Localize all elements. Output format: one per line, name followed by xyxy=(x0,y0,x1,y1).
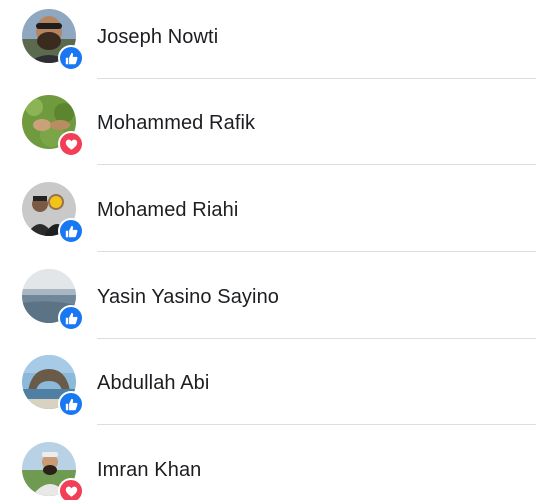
avatar-container[interactable] xyxy=(22,355,84,417)
divider xyxy=(97,251,536,252)
divider xyxy=(97,164,536,165)
reactions-list: Joseph Nowti Mohammed Rafik Mohamed Riah… xyxy=(0,0,557,500)
avatar-container[interactable] xyxy=(22,182,84,244)
love-icon xyxy=(58,478,84,500)
person-name[interactable]: Yasin Yasino Sayino xyxy=(97,286,279,309)
person-name[interactable]: Abdullah Abi xyxy=(97,372,209,395)
avatar-container[interactable] xyxy=(22,9,84,71)
avatar-container[interactable] xyxy=(22,95,84,157)
avatar-container[interactable] xyxy=(22,269,84,331)
like-icon xyxy=(58,391,84,417)
like-icon xyxy=(58,218,84,244)
love-icon xyxy=(58,131,84,157)
like-icon xyxy=(58,45,84,71)
divider xyxy=(97,424,536,425)
like-icon xyxy=(58,305,84,331)
person-name[interactable]: Joseph Nowti xyxy=(97,26,218,49)
list-item[interactable]: Imran Khan xyxy=(0,426,557,500)
person-name[interactable]: Mohamed Riahi xyxy=(97,199,238,222)
list-item[interactable]: Joseph Nowti xyxy=(0,0,557,79)
avatar-container[interactable] xyxy=(22,442,84,500)
list-item[interactable]: Yasin Yasino Sayino xyxy=(0,253,557,339)
person-name[interactable]: Mohammed Rafik xyxy=(97,112,255,135)
list-item[interactable]: Mohammed Rafik xyxy=(0,79,557,165)
person-name[interactable]: Imran Khan xyxy=(97,459,201,482)
list-item[interactable]: Abdullah Abi xyxy=(0,339,557,425)
list-item[interactable]: Mohamed Riahi xyxy=(0,166,557,252)
